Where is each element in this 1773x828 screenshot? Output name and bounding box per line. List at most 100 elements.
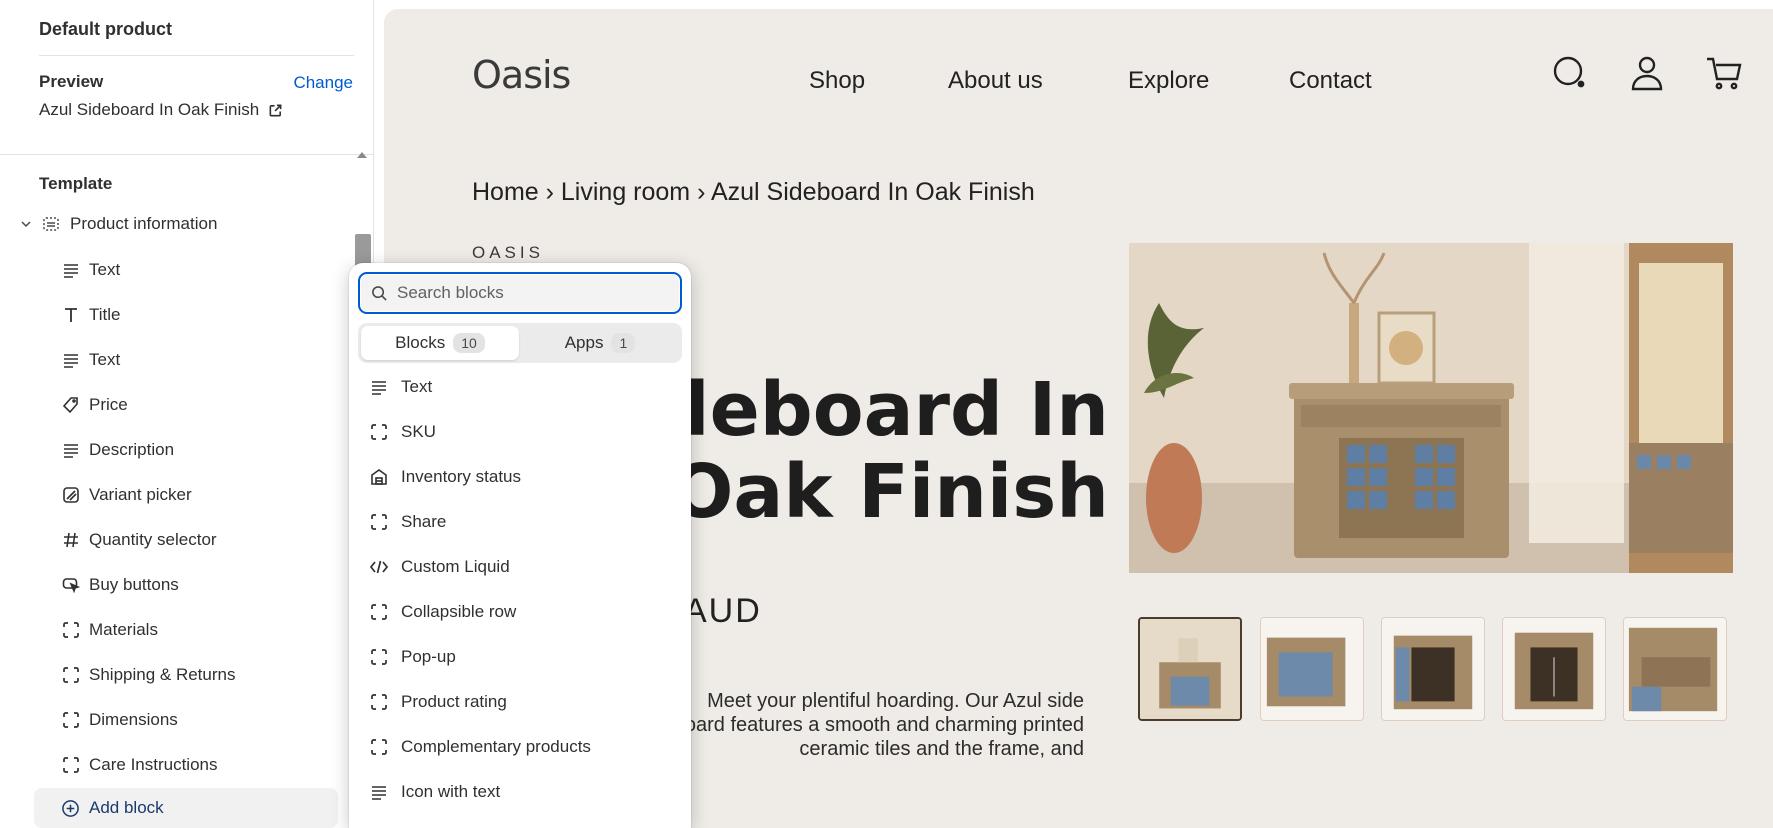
sidebar-block-text[interactable]: Text	[62, 256, 120, 284]
block-label: Text	[89, 260, 121, 279]
add-block-popover: Blocks 10 Apps 1 Text SKU Inventory stat…	[349, 263, 691, 828]
block-option-share[interactable]: Share	[370, 508, 446, 536]
dashed-square-icon	[370, 693, 388, 711]
block-option-sku[interactable]: SKU	[370, 418, 436, 446]
sidebar-block-description[interactable]: Description	[62, 436, 174, 464]
block-label: Buy buttons	[89, 575, 179, 594]
block-label: Shipping & Returns	[89, 665, 236, 684]
block-option-label: Inventory status	[401, 467, 522, 486]
tab-apps[interactable]: Apps 1	[521, 326, 679, 360]
plus-circle-icon	[62, 799, 79, 817]
cart-icon[interactable]	[1704, 53, 1744, 93]
sidebar-block-title[interactable]: Title	[62, 301, 121, 329]
dashed-square-icon	[370, 648, 388, 666]
cursor-click-icon	[62, 576, 80, 594]
sidebar-block-price[interactable]: Price	[62, 391, 128, 419]
block-label: Variant picker	[89, 485, 192, 504]
dashed-square-icon	[370, 423, 388, 441]
store-logo[interactable]: Oasis	[472, 53, 571, 97]
block-option-label: Custom Liquid	[401, 557, 510, 576]
dashed-square-icon	[62, 621, 80, 639]
dashed-square-icon	[370, 738, 388, 756]
divider	[39, 55, 354, 56]
block-option-collapsible-row[interactable]: Collapsible row	[370, 598, 516, 626]
block-option-label: Pop-up	[401, 647, 456, 666]
inventory-icon	[370, 468, 388, 486]
preview-product-link[interactable]: Azul Sideboard In Oak Finish	[39, 100, 283, 120]
search-icon[interactable]	[1550, 53, 1590, 93]
tab-count-badge: 1	[611, 333, 636, 353]
breadcrumb[interactable]: Home › Living room › Azul Sideboard In O…	[472, 178, 1035, 207]
scroll-up-arrow[interactable]	[357, 152, 367, 158]
sidebar-block-quantity-selector[interactable]: Quantity selector	[62, 526, 217, 554]
block-option-label: Complementary products	[401, 737, 591, 756]
product-title-line: Azul Sideboard In	[659, 369, 1109, 453]
sidebar-block-buy-buttons[interactable]: Buy buttons	[62, 571, 179, 599]
sidebar-block-shipping-returns[interactable]: Shipping & Returns	[62, 661, 235, 689]
add-block-button[interactable]: Add block	[34, 788, 338, 828]
chevron-down-icon[interactable]	[20, 218, 32, 230]
block-option-product-rating[interactable]: Product rating	[370, 688, 507, 716]
sidebar-block-dimensions[interactable]: Dimensions	[62, 706, 178, 734]
block-option-label: Icon with text	[401, 782, 501, 801]
sidebar-block-care-instructions[interactable]: Care Instructions	[62, 751, 218, 779]
nav-link-contact[interactable]: Contact	[1289, 67, 1372, 95]
sidebar-block-materials[interactable]: Materials	[62, 616, 158, 644]
section-label: Product information	[70, 214, 218, 233]
block-option-text[interactable]: Text	[370, 373, 432, 401]
text-lines-icon	[62, 261, 80, 279]
search-blocks-input[interactable]	[397, 283, 657, 303]
block-option-label: Collapsible row	[401, 602, 517, 621]
block-option-complementary-products[interactable]: Complementary products	[370, 733, 591, 761]
nav-link-shop[interactable]: Shop	[809, 67, 865, 95]
tab-blocks[interactable]: Blocks 10	[361, 326, 519, 360]
title-t-icon	[62, 306, 80, 324]
block-option-label: Share	[401, 512, 447, 531]
section-layout-icon	[43, 217, 59, 231]
divider	[0, 154, 374, 155]
external-link-icon	[269, 104, 282, 116]
template-heading: Template	[39, 174, 113, 193]
block-label: Title	[89, 305, 121, 324]
nav-link-about-us[interactable]: About us	[948, 67, 1043, 95]
block-label: Materials	[89, 620, 158, 639]
sidebar-block-text[interactable]: Text	[62, 346, 120, 374]
sidebar-block-variant-picker[interactable]: Variant picker	[62, 481, 192, 509]
account-icon[interactable]	[1627, 53, 1667, 93]
thumbnail-image[interactable]	[1623, 617, 1727, 721]
change-preview-link[interactable]: Change	[293, 73, 353, 93]
text-lines-icon	[370, 378, 388, 396]
block-option-icon-with-text[interactable]: Icon with text	[370, 778, 500, 806]
block-option-custom-liquid[interactable]: Custom Liquid	[370, 553, 510, 581]
description-line: ceramic tiles and the frame, and	[799, 738, 1084, 760]
preview-label: Preview	[39, 72, 104, 91]
dashed-square-icon	[62, 711, 80, 729]
thumbnail-image[interactable]	[1260, 617, 1364, 721]
block-label: Care Instructions	[89, 755, 218, 774]
product-price: AUD	[684, 592, 762, 630]
text-lines-icon	[62, 351, 80, 369]
dashed-square-icon	[62, 666, 80, 684]
tab-count-badge: 10	[453, 333, 485, 353]
block-label: Description	[89, 440, 175, 459]
thumbnail-image[interactable]	[1381, 617, 1485, 721]
dashed-square-icon	[62, 756, 80, 774]
search-blocks-field[interactable]	[358, 272, 682, 314]
thumbnail-image[interactable]	[1138, 617, 1242, 721]
block-option-label: Product rating	[401, 692, 507, 711]
description-line: board features a smooth and charming pri…	[684, 714, 1084, 736]
block-option-inventory-status[interactable]: Inventory status	[370, 463, 521, 491]
block-option-label: SKU	[401, 422, 436, 441]
product-title: Azul Sideboard In Oak Finish	[659, 369, 1109, 539]
section-product-information[interactable]: Product information	[20, 212, 217, 236]
nav-link-explore[interactable]: Explore	[1128, 67, 1209, 95]
block-option-pop-up[interactable]: Pop-up	[370, 643, 456, 671]
dashed-square-icon	[370, 603, 388, 621]
theme-editor: Default product Preview Change Azul Side…	[0, 0, 1773, 828]
block-option-label: Text	[401, 377, 433, 396]
product-main-image[interactable]	[1129, 243, 1733, 573]
editor-sidebar: Default product Preview Change Azul Side…	[0, 0, 374, 828]
thumbnail-image[interactable]	[1502, 617, 1606, 721]
code-icon	[370, 558, 388, 576]
sidebar-title: Default product	[39, 19, 172, 39]
